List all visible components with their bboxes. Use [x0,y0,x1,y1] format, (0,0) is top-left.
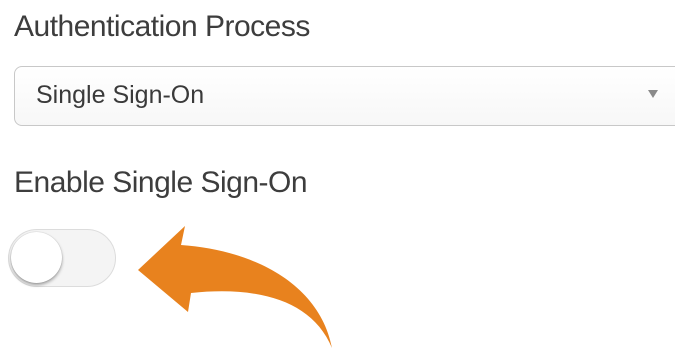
curved-arrow-icon [138,226,332,348]
